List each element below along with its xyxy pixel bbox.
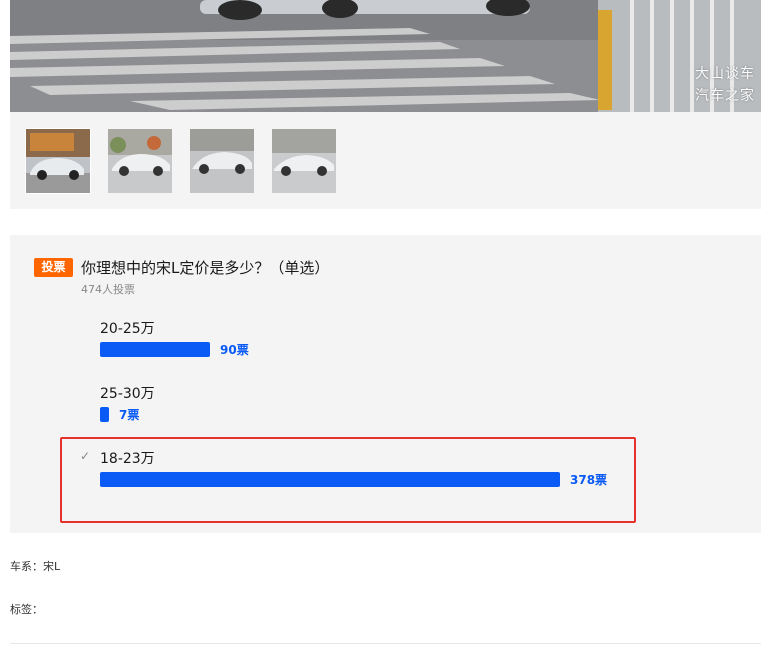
tags-label: 标签：: [10, 603, 43, 616]
thumbnail-1[interactable]: [25, 128, 91, 194]
photo-gallery: 大山谈车 汽车之家: [10, 0, 761, 209]
poll-participant-count: 474人投票: [81, 283, 135, 296]
watermark-site: 汽车之家: [695, 88, 755, 104]
poll-option-votes: 7票: [119, 408, 140, 422]
series-link[interactable]: 宋L: [43, 560, 60, 573]
poll-option-bar: [100, 407, 109, 422]
tags-row: 标签：: [10, 601, 43, 617]
poll-option-label: 25-30万: [100, 386, 155, 402]
poll-option[interactable]: 20-25万 90票: [10, 318, 761, 370]
poll-option-votes: 90票: [220, 343, 249, 357]
poll-option[interactable]: 25-30万 7票: [10, 383, 761, 435]
selected-option-highlight: [60, 437, 636, 523]
thumbnail-2[interactable]: [108, 129, 172, 193]
vote-poll: 投票 你理想中的宋L定价是多少？（单选） 474人投票 20-25万 90票 2…: [10, 235, 761, 533]
poll-option-label: 20-25万: [100, 321, 155, 337]
thumbnail-3[interactable]: [190, 129, 254, 193]
watermark-author: 大山谈车: [695, 66, 755, 82]
main-photo[interactable]: 大山谈车 汽车之家: [10, 0, 761, 112]
thumbnail-image: [108, 129, 172, 193]
thumbnail-image: [272, 129, 336, 193]
poll-option-bar: [100, 342, 210, 357]
divider: [10, 643, 761, 644]
series-label: 车系：: [10, 560, 43, 573]
road-scene-image: [10, 0, 761, 112]
poll-question: 你理想中的宋L定价是多少？（单选）: [81, 259, 330, 277]
poll-badge: 投票: [34, 258, 73, 277]
thumbnail-image: [26, 129, 90, 193]
thumbnail-image: [190, 129, 254, 193]
thumbnail-4[interactable]: [272, 129, 336, 193]
series-row: 车系：宋L: [10, 558, 60, 574]
